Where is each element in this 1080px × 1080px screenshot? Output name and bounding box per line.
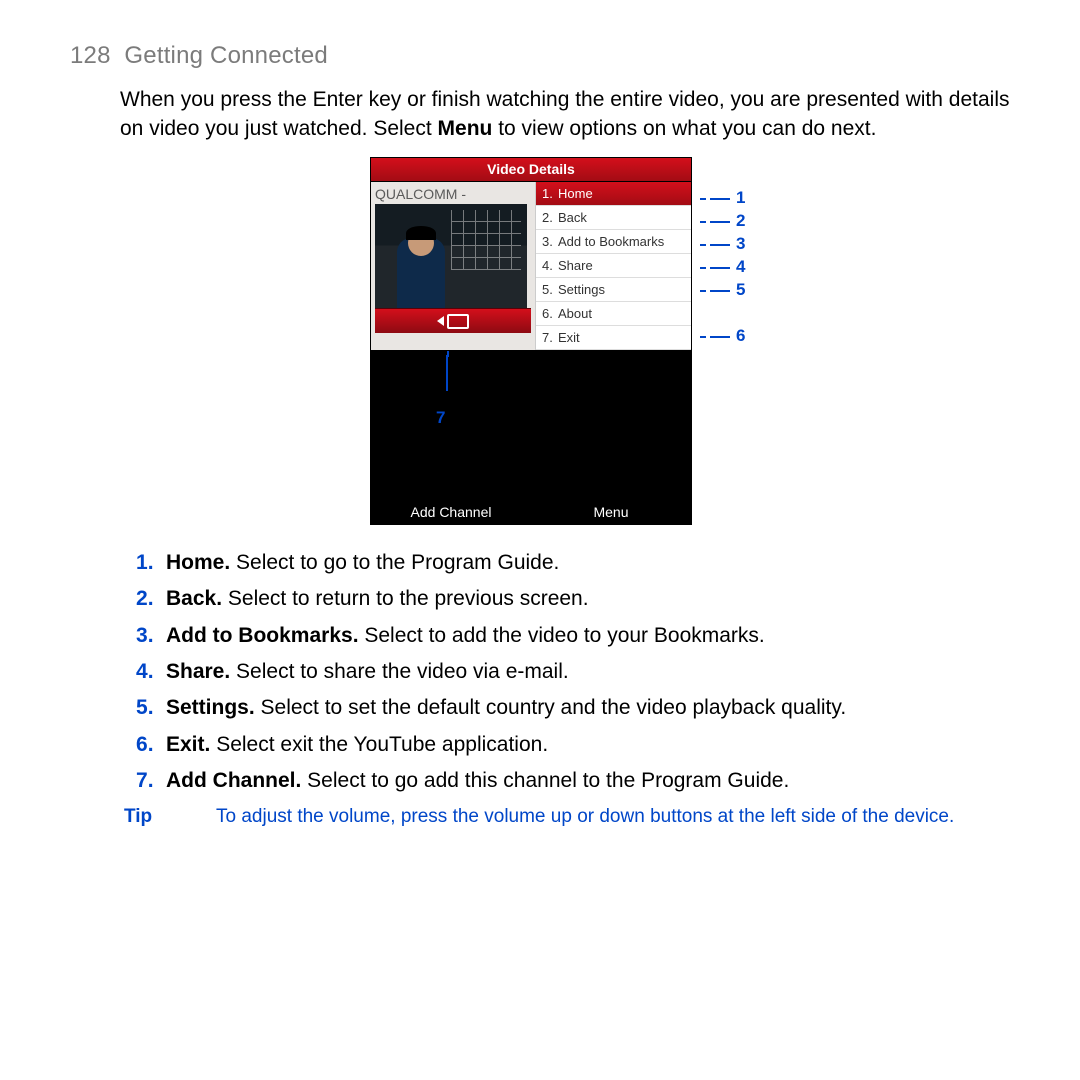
page-header: 128 Getting Connected — [70, 40, 1010, 72]
video-icon-bar — [375, 308, 531, 333]
definitions-list: Home. Select to go to the Program Guide.… — [136, 549, 1010, 795]
callout-7: 7 — [436, 407, 445, 430]
page-number: 128 — [70, 42, 111, 69]
intro-paragraph: When you press the Enter key or finish w… — [120, 86, 1010, 143]
softkey-bar: Add Channel Menu — [371, 499, 691, 524]
def-add-bookmarks: Add to Bookmarks. Select to add the vide… — [136, 622, 1010, 650]
tip-block: Tip To adjust the volume, press the volu… — [124, 805, 1010, 830]
def-back: Back. Select to return to the previous s… — [136, 585, 1010, 613]
menu-item-share[interactable]: 4.Share — [536, 254, 691, 278]
video-camera-icon — [437, 314, 469, 329]
tip-text: To adjust the volume, press the volume u… — [216, 805, 954, 830]
callout-2: 2 — [700, 210, 745, 233]
screen-title: Video Details — [371, 158, 691, 182]
menu-item-home[interactable]: 1.Home — [536, 182, 691, 206]
thumb-block — [375, 204, 527, 333]
menu-item-exit[interactable]: 7.Exit — [536, 326, 691, 350]
device-screen: Video Details QUALCOMM - Convergence 1.H… — [370, 157, 692, 525]
callout-1: 1 — [700, 187, 745, 210]
intro-bold: Menu — [438, 117, 493, 140]
menu-item-settings[interactable]: 5.Settings — [536, 278, 691, 302]
video-thumbnail — [375, 204, 527, 308]
def-home: Home. Select to go to the Program Guide. — [136, 549, 1010, 577]
screenshot-figure: Video Details QUALCOMM - Convergence 1.H… — [370, 157, 770, 525]
menu-item-add-bookmarks[interactable]: 3.Add to Bookmarks — [536, 230, 691, 254]
def-settings: Settings. Select to set the default coun… — [136, 694, 1010, 722]
menu-item-back[interactable]: 2.Back — [536, 206, 691, 230]
softkey-menu[interactable]: Menu — [531, 503, 691, 522]
callout-4: 4 — [700, 256, 745, 279]
def-exit: Exit. Select exit the YouTube applicatio… — [136, 731, 1010, 759]
callout-6: 6 — [700, 325, 745, 348]
callout-5: 5 — [700, 279, 745, 302]
intro-post: to view options on what you can do next. — [492, 117, 876, 140]
softkey-add-channel[interactable]: Add Channel — [371, 503, 531, 522]
def-share: Share. Select to share the video via e-m… — [136, 658, 1010, 686]
section-title: Getting Connected — [124, 42, 328, 69]
menu-item-about[interactable]: 6.About — [536, 302, 691, 326]
tip-label: Tip — [124, 805, 216, 830]
def-add-channel: Add Channel. Select to go add this chann… — [136, 767, 1010, 795]
options-menu: 1.Home 2.Back 3.Add to Bookmarks 4.Share… — [535, 182, 691, 350]
callout-3: 3 — [700, 233, 745, 256]
